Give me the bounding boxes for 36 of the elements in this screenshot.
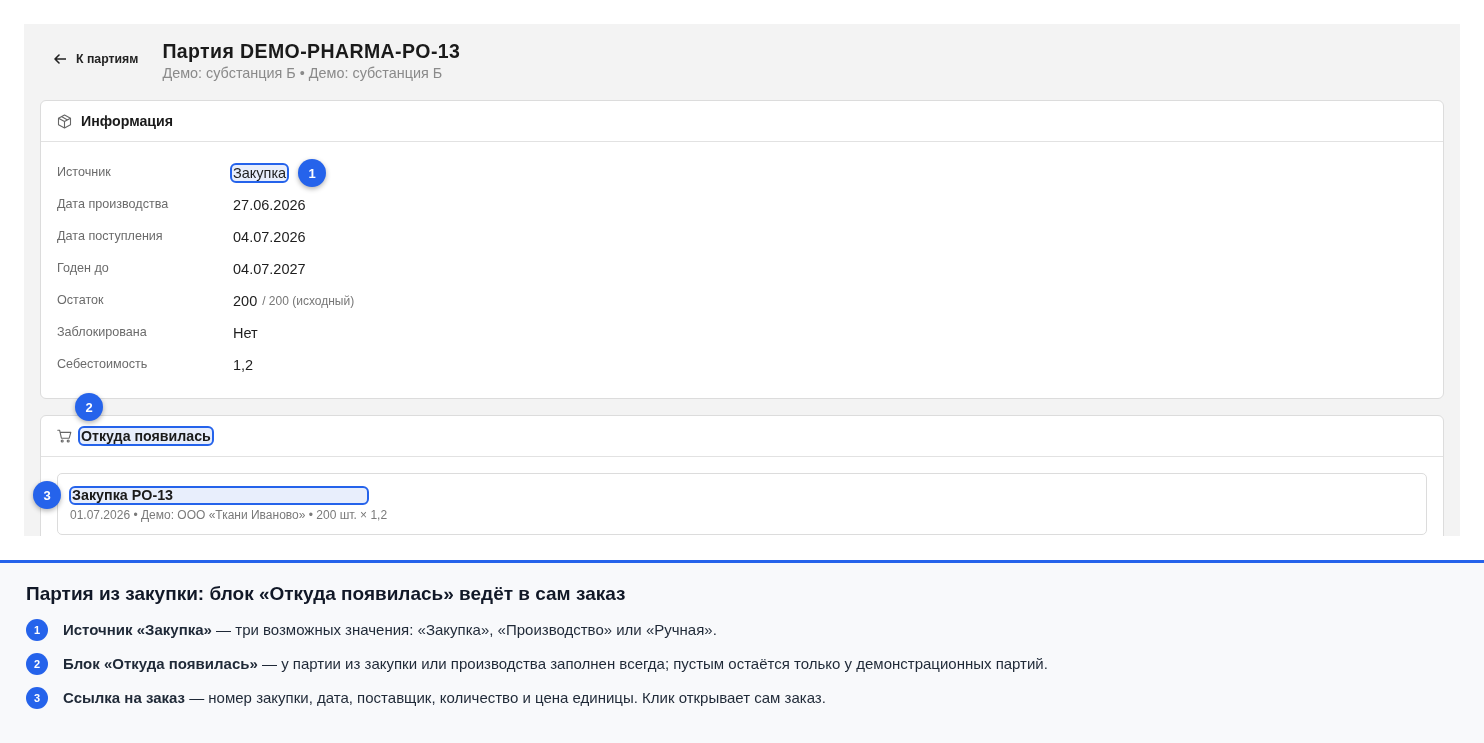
field-value: 04.07.2027: [233, 261, 306, 277]
field-label: Источник: [57, 164, 112, 180]
order-link-details: 01.07.2026 • Демо: ООО «Ткани Иваново» • 200 шт. × 1,2: [70, 508, 389, 522]
cart-icon: [57, 429, 72, 443]
marker-badge: 2: [75, 393, 103, 421]
notes-title: Партия из закупки: блок «Откуда появилась» ведёт в сам заказ: [26, 583, 627, 605]
card-title: Информация: [81, 113, 174, 129]
number-badge: 2: [26, 653, 48, 675]
field-value: 1,2: [233, 357, 254, 373]
note-text: Источник «Закупка» — три возможных значения: «Закупка», «Производство» или «Ручная».: [63, 620, 717, 640]
number-badge: 1: [26, 619, 48, 641]
field-value: 04.07.2026: [233, 229, 306, 245]
field-label: Годен до: [57, 260, 110, 276]
cube-icon: [57, 113, 72, 129]
order-link-card[interactable]: Закупка PO-13 01.07.2026 • Демо: ООО «Ткани Иваново» • 200 шт. × 1,2: [57, 473, 1427, 535]
order-link-title[interactable]: Закупка PO-13: [69, 486, 369, 505]
field-label: Себестоимость: [57, 356, 149, 372]
note-text: Ссылка на заказ — номер закупки, дата, поставщик, количество и цена единицы. Клик открывает сам заказ.: [63, 688, 826, 708]
page-title: Партия DEMO-PHARMA-PO-13: [162, 40, 461, 62]
field-value: Нет: [233, 325, 258, 341]
field-value: Закупка: [230, 163, 290, 183]
marker-badge: 3: [33, 481, 61, 509]
back-button[interactable]: К партиям: [54, 52, 139, 66]
field-label: Остаток: [57, 292, 105, 308]
marker-badge: 1: [298, 159, 327, 187]
field-note: / 200 (исходный): [262, 294, 355, 308]
page-subtitle: Демо: субстанция Б • Демо: субстанция Б: [162, 65, 444, 82]
number-badge: 3: [26, 687, 48, 709]
field-label: Дата производства: [57, 196, 170, 212]
field-label: Заблокирована: [57, 324, 148, 340]
card-title: Откуда появилась: [78, 426, 214, 446]
arrow-left-icon: [54, 54, 66, 64]
note-text: Блок «Откуда появилась» — у партии из закупки или производства заполнен всегда; пустым остаётся только у демонстрационных партий.: [63, 654, 1048, 674]
field-value: 27.06.2026: [233, 197, 306, 213]
field-value: 200: [233, 293, 258, 309]
field-label: Дата поступления: [57, 228, 164, 244]
